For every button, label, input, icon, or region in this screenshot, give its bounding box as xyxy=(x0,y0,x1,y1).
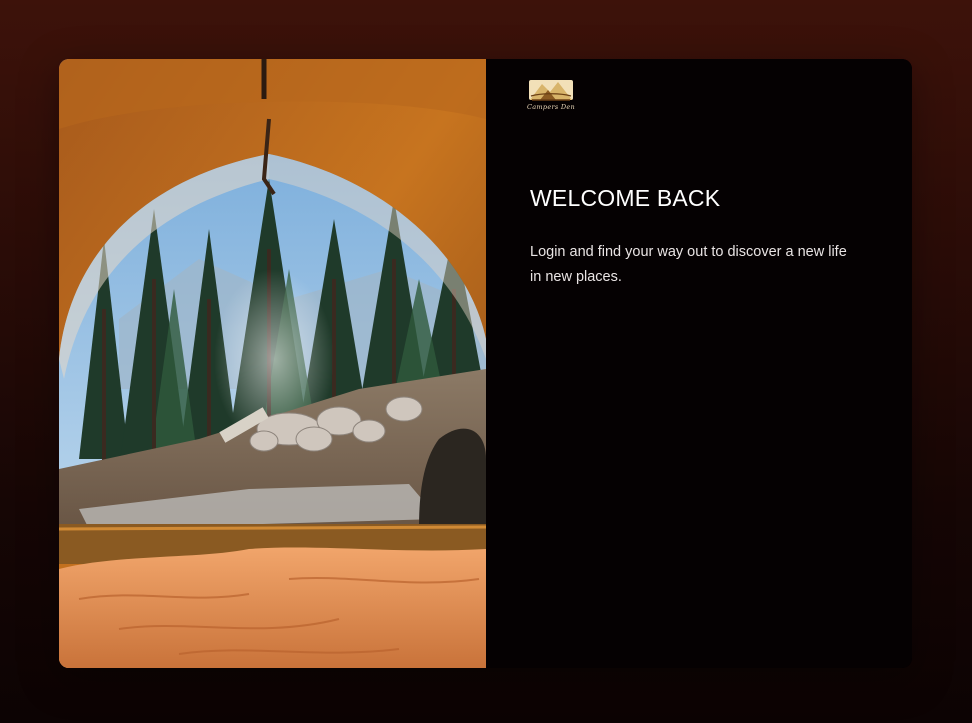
mountain-tent-logo-icon xyxy=(529,80,573,101)
brand-name: Campers Den xyxy=(526,103,576,111)
brand-logo[interactable]: Campers Den xyxy=(526,76,576,112)
login-card: Campers Den WELCOME BACK Login and find … xyxy=(59,59,912,668)
welcome-panel: Campers Den WELCOME BACK Login and find … xyxy=(486,59,912,668)
welcome-title: WELCOME BACK xyxy=(530,185,721,211)
hero-photo xyxy=(59,59,486,668)
welcome-subtitle: Login and find your way out to discover … xyxy=(530,244,847,285)
